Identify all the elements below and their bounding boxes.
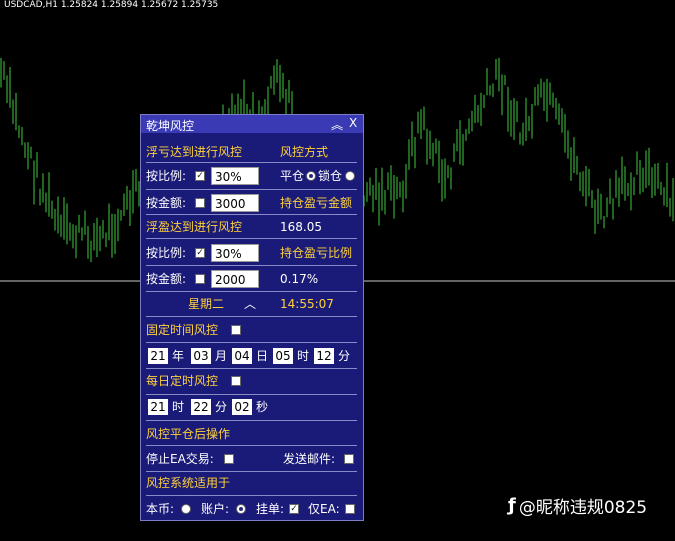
ratio-input-2[interactable]: 30% (211, 244, 259, 262)
weibo-logo-icon: ƒ (508, 495, 516, 516)
ratio-checkbox-2[interactable]: ✓ (195, 248, 205, 258)
divider (146, 189, 357, 190)
ratio-label-1: 按比例: (146, 169, 187, 183)
divider (146, 445, 357, 446)
daily-hour-input[interactable]: 21 (148, 399, 168, 415)
pending-checkbox[interactable]: ✓ (289, 504, 299, 514)
close-button[interactable]: X (349, 116, 357, 130)
divider (146, 162, 357, 163)
fixed-day-input[interactable]: 04 (232, 348, 252, 364)
divider (146, 495, 357, 496)
divider (146, 291, 357, 292)
year-unit: 年 (172, 349, 185, 363)
fixed-hour-input[interactable]: 05 (273, 348, 293, 364)
close-option-label: 平仓 (280, 169, 305, 183)
send-mail-label: 发送邮件: (283, 452, 336, 466)
hold-pl-ratio-label: 持仓盈亏比例 (280, 246, 353, 260)
account-option-label: 账户: (201, 502, 230, 516)
month-unit: 月 (215, 349, 228, 363)
divider (146, 394, 357, 395)
fixed-month-input[interactable]: 03 (191, 348, 211, 364)
divider (146, 214, 357, 215)
hold-pl-amount-label: 持仓盈亏金额 (280, 196, 353, 210)
day-unit: 日 (256, 349, 269, 363)
symbol-info: USDCAD,H1 1.25824 1.25894 1.25672 1.2573… (4, 0, 219, 10)
divider (146, 420, 357, 421)
weekday: 星期二 (188, 297, 225, 311)
minute-unit: 分 (338, 349, 351, 363)
daily-time-label: 每日定时风控 (146, 374, 219, 388)
lock-option-radio[interactable] (345, 171, 355, 181)
fixed-time-label: 固定时间风控 (146, 323, 219, 337)
amount-input-2[interactable]: 2000 (211, 270, 259, 288)
daily-time-checkbox[interactable] (231, 376, 241, 386)
risk-control-panel: 乾坤风控 ︽ X 浮亏达到进行风控 风控方式 按比例: ✓ 30% 平仓 锁仓 … (140, 114, 364, 521)
after-close-label: 风控平仓后操作 (146, 427, 231, 441)
daily-second-unit: 秒 (256, 400, 269, 414)
symbol-option-radio[interactable] (181, 504, 191, 514)
amount-input-1[interactable]: 3000 (211, 194, 259, 212)
ratio-input-1[interactable]: 30% (211, 167, 259, 185)
divider (146, 238, 357, 239)
panel-title: 乾坤风控 (146, 119, 195, 133)
watermark-text: @昵称违规0825 (518, 498, 648, 518)
pending-label: 挂单: (256, 502, 285, 516)
close-option-radio[interactable] (306, 171, 316, 181)
amount-label-1: 按金额: (146, 196, 187, 210)
expand-icon[interactable]: ︿ (244, 296, 256, 312)
symbol-option-label: 本币: (146, 502, 175, 516)
lock-option-label: 锁仓 (318, 169, 343, 183)
clock: 14:55:07 (280, 297, 334, 311)
stop-ea-label: 停止EA交易: (146, 452, 214, 466)
mode-label: 风控方式 (280, 145, 329, 159)
float-profit-label: 浮盈达到进行风控 (146, 220, 243, 234)
amount-label-2: 按金额: (146, 272, 187, 286)
daily-second-input[interactable]: 02 (232, 399, 252, 415)
only-ea-checkbox[interactable] (345, 504, 355, 514)
panel-titlebar[interactable]: 乾坤风控 ︽ X (141, 115, 363, 133)
fixed-minute-input[interactable]: 12 (314, 348, 334, 364)
fixed-year-input[interactable]: 21 (148, 348, 168, 364)
amount-checkbox-1[interactable] (195, 198, 205, 208)
ratio-checkbox-1[interactable]: ✓ (195, 171, 205, 181)
float-loss-label: 浮亏达到进行风控 (146, 145, 243, 159)
apply-label: 风控系统适用于 (146, 476, 231, 490)
hold-pl-ratio-value: 0.17% (280, 272, 319, 286)
divider (146, 342, 357, 343)
divider (146, 265, 357, 266)
hold-pl-amount-value: 168.05 (280, 220, 322, 234)
fixed-time-checkbox[interactable] (231, 325, 241, 335)
stop-ea-checkbox[interactable] (224, 454, 234, 464)
only-ea-label: 仅EA: (308, 502, 340, 516)
watermark: ƒ @昵称违规0825 (508, 493, 647, 518)
ratio-label-2: 按比例: (146, 246, 187, 260)
divider (146, 316, 357, 317)
daily-minute-input[interactable]: 22 (191, 399, 211, 415)
hour-unit: 时 (297, 349, 310, 363)
collapse-icon[interactable]: ︽ (331, 116, 343, 133)
amount-checkbox-2[interactable] (195, 274, 205, 284)
daily-minute-unit: 分 (215, 400, 228, 414)
send-mail-checkbox[interactable] (344, 454, 354, 464)
daily-hour-unit: 时 (172, 400, 185, 414)
divider (146, 471, 357, 472)
divider (146, 368, 357, 369)
account-option-radio[interactable] (236, 504, 246, 514)
